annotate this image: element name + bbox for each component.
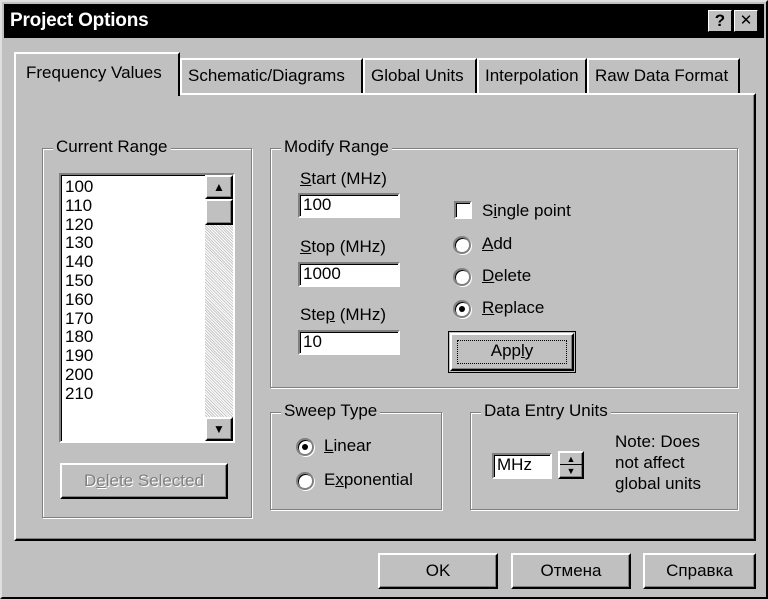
tab-label: Interpolation	[485, 66, 579, 85]
frequency-listbox[interactable]: 100 110 120 130 140 150 160 170 180 190 …	[59, 173, 235, 443]
modify-range-label: Modify Range	[281, 137, 392, 157]
list-item[interactable]: 190	[65, 346, 205, 365]
tab-interpolation[interactable]: Interpolation	[477, 58, 587, 94]
close-icon[interactable]: ✕	[734, 10, 758, 32]
tab-raw-data-format[interactable]: Raw Data Format	[587, 58, 740, 94]
frequency-list: 100 110 120 130 140 150 160 170 180 190 …	[65, 177, 205, 403]
tab-label: Schematic/Diagrams	[188, 66, 345, 85]
tab-schematic-diagrams[interactable]: Schematic/Diagrams	[180, 58, 363, 94]
start-input[interactable]: 100	[298, 193, 400, 218]
delete-radio[interactable]	[453, 268, 471, 286]
tab-frequency-values[interactable]: Frequency Values	[14, 52, 180, 96]
radio-selected-dot	[302, 444, 308, 450]
list-item[interactable]: 100	[65, 177, 205, 196]
sweep-type-group: Sweep Type	[270, 401, 442, 510]
step-label: Step (MHz)	[300, 305, 386, 324]
note-line: global units	[615, 474, 702, 493]
step-input[interactable]: 10	[298, 330, 400, 355]
exponential-radio[interactable]	[296, 472, 314, 490]
replace-radio[interactable]	[453, 300, 471, 318]
units-spinner[interactable]: ▲ ▼	[558, 451, 584, 479]
start-label: Start (MHz)	[300, 169, 387, 188]
single-point-checkbox[interactable]	[454, 201, 472, 219]
help-button[interactable]: Справка	[643, 553, 756, 589]
linear-radio[interactable]	[296, 438, 314, 456]
add-radio[interactable]	[453, 236, 471, 254]
units-note: Note: Does not affect global units	[615, 431, 701, 494]
list-item[interactable]: 140	[65, 252, 205, 271]
data-entry-units-label: Data Entry Units	[481, 401, 611, 421]
list-item[interactable]: 180	[65, 327, 205, 346]
button-text: lete Selected	[105, 471, 205, 490]
list-item[interactable]: 120	[65, 215, 205, 234]
spinner-down-icon[interactable]: ▼	[560, 465, 582, 477]
list-item[interactable]: 110	[65, 196, 205, 215]
title-bar[interactable]: Project Options ? ✕	[4, 4, 764, 38]
list-scrollbar[interactable]: ▲ ▼	[205, 175, 233, 441]
help-icon[interactable]: ?	[708, 10, 732, 32]
note-line: Note: Does	[615, 432, 701, 451]
window-title: Project Options	[10, 10, 149, 31]
sweep-type-label: Sweep Type	[281, 401, 381, 421]
spinner-up-icon[interactable]: ▲	[560, 453, 582, 465]
cancel-button[interactable]: Отмена	[511, 553, 631, 589]
button-text: D	[83, 471, 97, 490]
units-field[interactable]: MHz	[492, 453, 552, 479]
tab-label: Frequency Values	[26, 63, 162, 82]
list-item[interactable]: 210	[65, 384, 205, 403]
radio-selected-dot	[459, 306, 465, 312]
list-item[interactable]: 170	[65, 309, 205, 328]
scroll-thumb[interactable]	[205, 199, 233, 225]
list-item[interactable]: 150	[65, 271, 205, 290]
tab-label: Global Units	[371, 66, 464, 85]
scroll-down-icon[interactable]: ▼	[205, 417, 233, 441]
exponential-label[interactable]: Exponential	[324, 470, 413, 490]
list-item[interactable]: 130	[65, 233, 205, 252]
delete-label[interactable]: Delete	[482, 266, 531, 286]
replace-label[interactable]: Replace	[482, 298, 544, 318]
note-line: not affect	[615, 453, 685, 472]
list-item[interactable]: 200	[65, 365, 205, 384]
apply-button[interactable]: Apply	[448, 331, 576, 373]
stop-input[interactable]: 1000	[298, 262, 400, 287]
ok-button[interactable]: OK	[378, 553, 498, 589]
project-options-dialog: Project Options ? ✕ Frequency Values Sch…	[0, 0, 768, 599]
button-accel: e	[96, 471, 106, 490]
linear-label[interactable]: Linear	[324, 436, 371, 456]
list-item[interactable]: 160	[65, 290, 205, 309]
current-range-label: Current Range	[53, 137, 171, 157]
delete-selected-button: Delete Selected	[60, 463, 228, 499]
add-label[interactable]: Add	[482, 234, 512, 254]
tab-global-units[interactable]: Global Units	[363, 58, 477, 94]
scroll-up-icon[interactable]: ▲	[205, 175, 233, 199]
stop-label: Stop (MHz)	[300, 237, 386, 256]
single-point-label[interactable]: Single point	[482, 201, 571, 221]
tab-label: Raw Data Format	[595, 66, 729, 85]
focus-rect	[457, 340, 567, 364]
